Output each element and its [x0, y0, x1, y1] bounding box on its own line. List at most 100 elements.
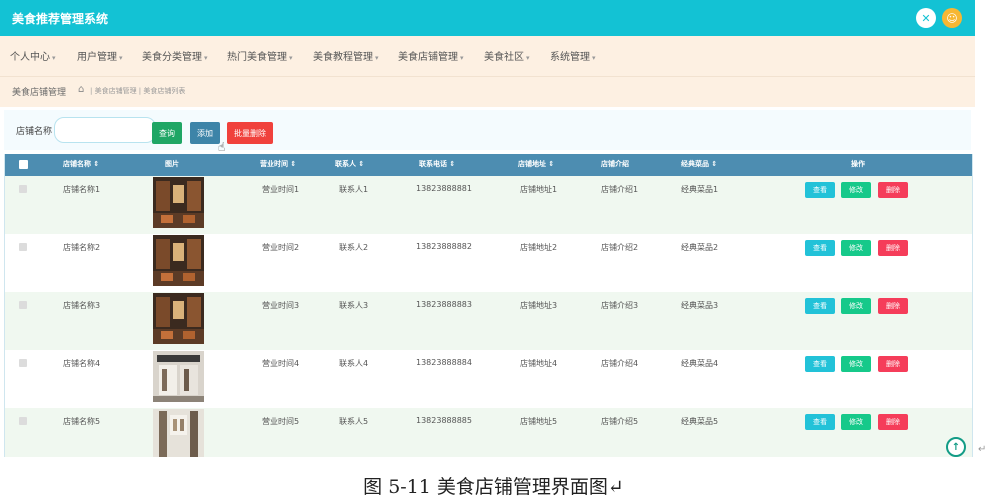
app-window: 美食推荐管理系统 ✕ ☺ 个人中心 ▾ 用户管理 ▾ 美食分类管理 ▾ 热门美食管理 ▾…: [0, 0, 975, 457]
delete-button[interactable]: 删除: [878, 298, 908, 314]
row-checkbox[interactable]: [19, 359, 27, 367]
cell-intro: 店铺介绍2: [601, 243, 639, 252]
nav-item-food-community[interactable]: 美食社区 ▾: [484, 48, 530, 63]
store-table: 店铺名称 ⇕ 图片 营业时间 ⇕ 联系人 ⇕ 联系电话 ⇕ 店铺地址 ⇕ 店铺介…: [4, 154, 973, 457]
delete-button[interactable]: 删除: [878, 356, 908, 372]
avatar-icon[interactable]: ☺: [942, 8, 962, 28]
cell-dish: 经典菜品3: [681, 301, 719, 310]
home-icon[interactable]: ⌂: [78, 84, 84, 95]
cell-hours: 营业时间4: [262, 359, 300, 368]
column-header-image: 图片: [165, 160, 179, 168]
column-header-dish[interactable]: 经典菜品 ⇕: [681, 159, 717, 169]
breadcrumb-path: | 美食店铺管理 | 美食店铺列表: [90, 87, 186, 95]
chevron-down-icon: ▾: [204, 54, 208, 62]
edit-button[interactable]: 修改: [841, 240, 871, 256]
cell-store-name: 店铺名称2: [63, 243, 101, 252]
cell-dish: 经典菜品1: [681, 185, 719, 194]
cell-address: 店铺地址4: [520, 359, 558, 368]
breadcrumb: 美食店铺管理 ⌂ | 美食店铺管理 | 美食店铺列表: [0, 76, 975, 107]
nav-item-hot-food[interactable]: 热门美食管理 ▾: [227, 48, 293, 63]
column-header-hours[interactable]: 营业时间 ⇕: [260, 159, 296, 169]
view-button[interactable]: 查看: [805, 298, 835, 314]
cell-hours: 营业时间1: [262, 185, 300, 194]
table-header: 店铺名称 ⇕ 图片 营业时间 ⇕ 联系人 ⇕ 联系电话 ⇕ 店铺地址 ⇕ 店铺介…: [5, 154, 972, 176]
search-button[interactable]: 查询: [152, 122, 182, 144]
app-title: 美食推荐管理系统: [12, 12, 109, 26]
view-button[interactable]: 查看: [805, 240, 835, 256]
table-row: 店铺名称5 营业时间5 联系人5 13823888885 店铺地址5 店铺介绍5…: [5, 408, 972, 457]
chevron-down-icon: ▾: [119, 54, 123, 62]
cell-store-name: 店铺名称1: [63, 185, 101, 194]
cell-phone: 13823888881: [416, 184, 472, 193]
cell-dish: 经典菜品5: [681, 417, 719, 426]
paragraph-return-mark: ↵: [978, 444, 987, 455]
store-image: [153, 177, 204, 228]
table-row: 店铺名称2 营业时间2 联系人2 13823888882 店铺地址2 店铺介绍2…: [5, 234, 972, 292]
select-all-checkbox[interactable]: [19, 160, 28, 169]
settings-icon[interactable]: ✕: [916, 8, 936, 28]
batch-delete-button[interactable]: 批量删除: [227, 122, 273, 144]
pointer-cursor-icon: ☝: [218, 140, 226, 154]
table-row: 店铺名称3 营业时间3 联系人3 13823888883 店铺地址3 店铺介绍3…: [5, 292, 972, 350]
cell-store-name: 店铺名称3: [63, 301, 101, 310]
main-nav: 个人中心 ▾ 用户管理 ▾ 美食分类管理 ▾ 热门美食管理 ▾ 美食教程管理 ▾ 美食店铺…: [0, 36, 975, 76]
edit-button[interactable]: 修改: [841, 356, 871, 372]
view-button[interactable]: 查看: [805, 356, 835, 372]
row-checkbox[interactable]: [19, 417, 27, 425]
nav-item-user-management[interactable]: 用户管理 ▾: [77, 48, 123, 63]
store-image: [153, 235, 204, 286]
chevron-down-icon: ▾: [460, 54, 464, 62]
column-header-address[interactable]: 店铺地址 ⇕: [518, 159, 554, 169]
cell-address: 店铺地址1: [520, 185, 558, 194]
column-header-contact[interactable]: 联系人 ⇕: [335, 159, 364, 169]
cell-hours: 营业时间2: [262, 243, 300, 252]
nav-item-food-store[interactable]: 美食店铺管理 ▾: [398, 48, 464, 63]
cell-contact: 联系人2: [339, 243, 369, 252]
chevron-down-icon: ▾: [52, 54, 56, 62]
cell-intro: 店铺介绍3: [601, 301, 639, 310]
column-header-store-name[interactable]: 店铺名称 ⇕: [63, 159, 99, 169]
cell-phone: 13823888882: [416, 242, 472, 251]
chevron-down-icon: ▾: [375, 54, 379, 62]
edit-button[interactable]: 修改: [841, 298, 871, 314]
store-image: [153, 409, 204, 457]
view-button[interactable]: 查看: [805, 414, 835, 430]
nav-item-food-tutorial[interactable]: 美食教程管理 ▾: [313, 48, 379, 63]
store-name-input[interactable]: [54, 117, 156, 143]
search-bar: 店铺名称 查询 添加 批量删除 ☝: [4, 110, 971, 154]
cell-contact: 联系人1: [339, 185, 369, 194]
cell-phone: 13823888883: [416, 300, 472, 309]
edit-button[interactable]: 修改: [841, 414, 871, 430]
cell-contact: 联系人4: [339, 359, 369, 368]
cell-store-name: 店铺名称5: [63, 417, 101, 426]
row-checkbox[interactable]: [19, 185, 27, 193]
column-header-phone[interactable]: 联系电话 ⇕: [419, 159, 455, 169]
top-bar: 美食推荐管理系统 ✕ ☺: [0, 0, 975, 36]
figure-caption: 图 5-11 美食店铺管理界面图↵: [363, 476, 624, 498]
add-button[interactable]: 添加: [190, 122, 220, 144]
cell-hours: 营业时间5: [262, 417, 300, 426]
view-button[interactable]: 查看: [805, 182, 835, 198]
chevron-down-icon: ▾: [526, 54, 530, 62]
delete-button[interactable]: 删除: [878, 182, 908, 198]
scroll-to-top-icon[interactable]: ↑: [946, 437, 966, 457]
table-row: 店铺名称1 营业时间1 联系人1 13823888881 店铺地址1 店铺介绍1…: [5, 176, 972, 234]
store-name-label: 店铺名称: [16, 127, 53, 137]
nav-item-food-category[interactable]: 美食分类管理 ▾: [142, 48, 208, 63]
cell-intro: 店铺介绍4: [601, 359, 639, 368]
cell-store-name: 店铺名称4: [63, 359, 101, 368]
cell-contact: 联系人5: [339, 417, 369, 426]
chevron-down-icon: ▾: [592, 54, 596, 62]
edit-button[interactable]: 修改: [841, 182, 871, 198]
delete-button[interactable]: 删除: [878, 240, 908, 256]
nav-item-personal-center[interactable]: 个人中心 ▾: [10, 48, 56, 63]
cell-dish: 经典菜品4: [681, 359, 719, 368]
nav-item-system-management[interactable]: 系统管理 ▾: [550, 48, 596, 63]
row-checkbox[interactable]: [19, 243, 27, 251]
cell-phone: 13823888885: [416, 416, 472, 425]
row-checkbox[interactable]: [19, 301, 27, 309]
column-header-actions: 操作: [851, 160, 865, 168]
delete-button[interactable]: 删除: [878, 414, 908, 430]
column-header-intro: 店铺介绍: [601, 160, 629, 168]
cell-address: 店铺地址3: [520, 301, 558, 310]
